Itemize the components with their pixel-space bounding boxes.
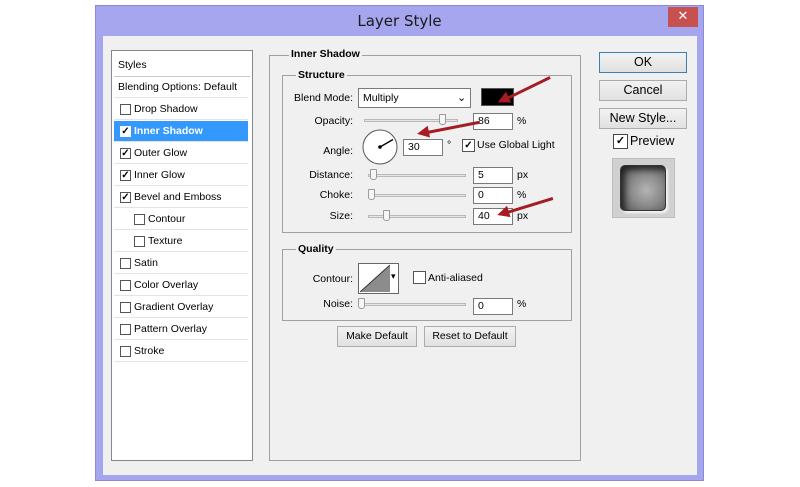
styles-panel: Styles Blending Options: Default Drop Sha…	[111, 50, 253, 461]
chevron-down-icon: ▾	[391, 271, 396, 281]
distance-slider-thumb[interactable]	[369, 169, 377, 180]
noise-input[interactable]: 0	[473, 298, 513, 315]
style-item-gradient-overlay[interactable]: Gradient Overlay	[114, 297, 248, 318]
contour-curve-icon	[360, 265, 390, 292]
style-checkbox[interactable]	[120, 346, 131, 357]
style-checkbox[interactable]	[120, 302, 131, 313]
style-item-label: Gradient Overlay	[134, 301, 214, 313]
style-item-blending-options-default[interactable]: Blending Options: Default	[114, 77, 248, 98]
style-item-drop-shadow[interactable]: Drop Shadow	[114, 99, 248, 120]
choke-slider-track[interactable]	[368, 194, 466, 197]
opacity-label: Opacity:	[314, 115, 353, 127]
style-checkbox[interactable]	[120, 280, 131, 291]
distance-label: Distance:	[309, 169, 353, 181]
style-item-stroke[interactable]: Stroke	[114, 341, 248, 362]
size-label: Size:	[329, 210, 353, 222]
size-slider-thumb[interactable]	[382, 210, 390, 221]
anti-aliased-label: Anti-aliased	[428, 272, 483, 284]
angle-label: Angle:	[323, 145, 353, 157]
opacity-unit: %	[517, 115, 527, 127]
use-global-light-checkbox[interactable]: ✓	[462, 139, 475, 152]
quality-group	[282, 249, 572, 321]
style-item-label: Blending Options: Default	[118, 81, 238, 93]
style-item-color-overlay[interactable]: Color Overlay	[114, 275, 248, 296]
new-style-button[interactable]: New Style...	[599, 108, 687, 129]
style-item-satin[interactable]: Satin	[114, 253, 248, 274]
style-item-inner-glow[interactable]: ✓ Inner Glow	[114, 165, 248, 186]
blend-mode-select[interactable]: Multiply ⌄	[358, 88, 471, 108]
close-button[interactable]: ✕	[668, 7, 698, 27]
noise-slider-thumb[interactable]	[358, 298, 365, 309]
noise-unit: %	[517, 298, 527, 310]
cancel-button[interactable]: Cancel	[599, 80, 687, 101]
dialog-client-area: Styles Blending Options: Default Drop Sha…	[103, 36, 697, 475]
style-checkbox[interactable]	[120, 324, 131, 335]
style-item-contour[interactable]: Contour	[114, 209, 248, 230]
make-default-button[interactable]: Make Default	[337, 326, 417, 347]
ok-button[interactable]: OK	[599, 52, 687, 73]
style-checkbox[interactable]: ✓	[120, 148, 131, 159]
layer-style-dialog: Layer Style ✕ Styles Blending Options: D…	[95, 5, 704, 481]
blend-mode-label: Blend Mode:	[294, 92, 353, 104]
use-global-light-label: Use Global Light	[477, 139, 555, 151]
style-checkbox[interactable]	[134, 214, 145, 225]
style-item-label: Bevel and Emboss	[134, 191, 222, 203]
angle-dial[interactable]	[361, 128, 399, 166]
choke-label: Choke:	[319, 189, 353, 201]
style-item-inner-shadow[interactable]: ✓ Inner Shadow	[114, 121, 248, 142]
style-item-label: Satin	[134, 257, 158, 269]
style-item-bevel-and-emboss[interactable]: ✓ Bevel and Emboss	[114, 187, 248, 208]
reset-to-default-button[interactable]: Reset to Default	[424, 326, 516, 347]
style-checkbox[interactable]	[120, 104, 131, 115]
noise-slider-track[interactable]	[358, 303, 466, 306]
style-item-label: Stroke	[134, 345, 165, 357]
opacity-slider-thumb[interactable]	[438, 114, 446, 125]
angle-unit: °	[447, 139, 452, 151]
style-item-label: Texture	[148, 235, 183, 247]
distance-slider-track[interactable]	[368, 174, 466, 177]
style-item-label: Outer Glow	[134, 147, 188, 159]
style-checkbox[interactable]: ✓	[120, 192, 131, 203]
style-item-label: Color Overlay	[134, 279, 199, 291]
angle-input[interactable]: 30	[403, 139, 443, 156]
preview-checkbox[interactable]: ✓	[613, 134, 628, 149]
noise-label: Noise:	[323, 298, 353, 310]
style-checkbox[interactable]	[120, 258, 131, 269]
style-item-label: Pattern Overlay	[134, 323, 207, 335]
choke-unit: %	[517, 189, 527, 201]
size-unit: px	[517, 210, 529, 222]
distance-unit: px	[517, 169, 529, 181]
style-item-pattern-overlay[interactable]: Pattern Overlay	[114, 319, 248, 340]
style-item-texture[interactable]: Texture	[114, 231, 248, 252]
style-checkbox[interactable]	[134, 236, 145, 247]
blend-mode-value: Multiply	[363, 92, 399, 104]
style-item-label: Drop Shadow	[134, 103, 198, 115]
styles-header[interactable]: Styles	[114, 53, 250, 77]
style-item-label: Contour	[148, 213, 186, 225]
chevron-down-icon: ⌄	[457, 92, 467, 104]
structure-title: Structure	[296, 69, 347, 81]
style-checkbox[interactable]: ✓	[120, 170, 131, 181]
style-item-label: Inner Glow	[134, 169, 185, 181]
preview-label: Preview	[630, 134, 675, 148]
choke-input[interactable]: 0	[473, 187, 513, 204]
style-item-label: Inner Shadow	[134, 125, 203, 137]
choke-slider-thumb[interactable]	[368, 189, 375, 200]
anti-aliased-checkbox[interactable]	[413, 271, 426, 284]
style-checkbox[interactable]: ✓	[120, 126, 131, 137]
inner-shadow-title: Inner Shadow	[289, 48, 362, 60]
quality-title: Quality	[296, 243, 336, 255]
preview-swatch	[620, 165, 666, 211]
contour-label: Contour:	[312, 273, 353, 285]
style-preview-thumbnail	[612, 158, 675, 218]
dialog-title: Layer Style	[357, 12, 442, 30]
style-item-outer-glow[interactable]: ✓ Outer Glow	[114, 143, 248, 164]
contour-picker[interactable]: ▾	[358, 263, 399, 294]
distance-input[interactable]: 5	[473, 167, 513, 184]
